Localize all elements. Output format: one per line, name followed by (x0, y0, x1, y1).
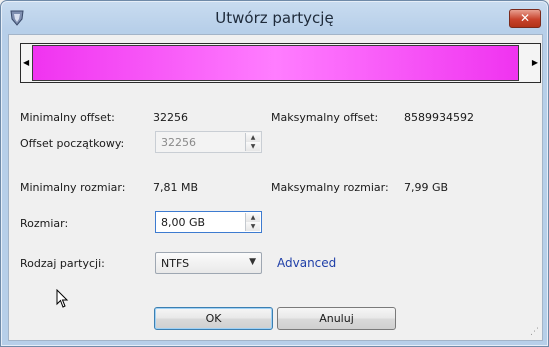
ok-button[interactable]: OK (154, 307, 273, 330)
partition-type-select[interactable]: NTFS ▼ (155, 252, 262, 274)
max-offset-value: 8589934592 (404, 111, 474, 124)
size-label: Rozmiar: (20, 217, 69, 230)
start-offset-spinbox: 32256 ▲ ▼ (155, 131, 262, 153)
dialog-window: Utwórz partycję ✕ ◀ ▶ Minimalny offset: … (0, 0, 549, 347)
title-bar[interactable]: Utwórz partycję ✕ (1, 1, 548, 35)
partition-bar: ◀ ▶ (20, 43, 541, 83)
mouse-cursor-icon (56, 289, 69, 308)
max-offset-label: Maksymalny offset: (271, 111, 379, 124)
spin-down-icon: ▼ (246, 142, 260, 151)
window-title: Utwórz partycję (215, 9, 334, 27)
dropdown-caret-icon: ▼ (249, 257, 256, 267)
partition-type-label: Rodzaj partycji: (20, 257, 105, 270)
start-offset-value: 32256 (161, 136, 196, 149)
min-size-label: Minimalny rozmiar: (20, 181, 126, 194)
partition-region[interactable] (32, 45, 519, 81)
spin-down-icon[interactable]: ▼ (246, 222, 260, 231)
min-size-value: 7,81 MB (153, 181, 199, 194)
partition-type-value: NTFS (161, 257, 190, 270)
size-input[interactable]: 8,00 GB (161, 216, 205, 229)
min-offset-label: Minimalny offset: (20, 111, 115, 124)
max-size-label: Maksymalny rozmiar: (271, 181, 389, 194)
size-spinbox[interactable]: 8,00 GB ▲ ▼ (155, 211, 262, 233)
left-resize-handle-icon[interactable]: ◀ (23, 58, 29, 67)
dialog-body: ◀ ▶ Minimalny offset: 32256 Maksymalny o… (8, 34, 543, 341)
cancel-button[interactable]: Anuluj (277, 307, 396, 330)
start-offset-label: Offset początkowy: (20, 137, 125, 150)
right-resize-handle-icon[interactable]: ▶ (532, 58, 538, 67)
max-size-value: 7,99 GB (404, 181, 449, 194)
close-button[interactable]: ✕ (509, 9, 541, 28)
min-offset-value: 32256 (153, 111, 188, 124)
advanced-link[interactable]: Advanced (277, 256, 336, 270)
resize-grip-icon[interactable]: ⋰ (530, 327, 539, 337)
close-icon: ✕ (519, 11, 531, 25)
